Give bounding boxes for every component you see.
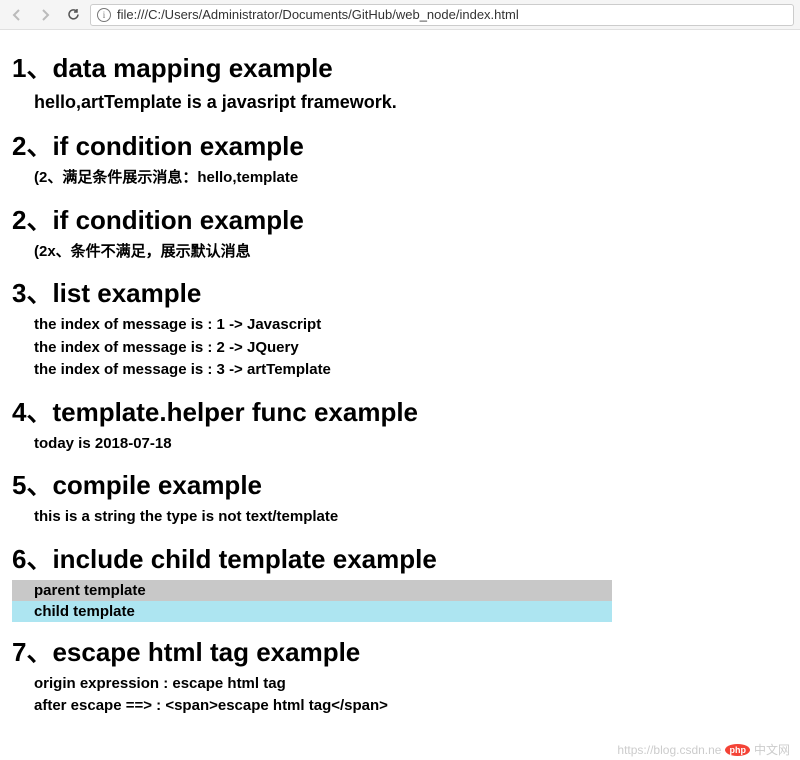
url-text: file:///C:/Users/Administrator/Documents… (117, 7, 519, 22)
watermark: https://blog.csdn.ne php 中文网 (617, 741, 790, 758)
child-template-row: child template (12, 601, 612, 622)
body-7-line2: after escape ==> : <span>escape html tag… (34, 695, 788, 718)
heading-1: 1、data mapping example (12, 48, 788, 85)
heading-7: 7、escape html tag example (12, 632, 788, 669)
heading-2b: 2、if condition example (12, 200, 788, 237)
watermark-url: https://blog.csdn.ne (617, 743, 721, 757)
back-button[interactable] (6, 4, 28, 26)
parent-template-row: parent template (12, 580, 612, 601)
address-bar[interactable]: i file:///C:/Users/Administrator/Documen… (90, 4, 794, 26)
heading-5: 5、compile example (12, 465, 788, 502)
info-icon: i (97, 8, 111, 22)
body-5: this is a string the type is not text/te… (34, 506, 788, 529)
heading-4: 4、template.helper func example (12, 392, 788, 429)
php-badge-icon: php (725, 744, 750, 756)
list-item: the index of message is : 2 -> JQuery (34, 337, 788, 360)
page-content: 1、data mapping example hello,artTemplate… (0, 30, 800, 726)
list-item: the index of message is : 1 -> Javascrip… (34, 314, 788, 337)
list-item: the index of message is : 3 -> artTempla… (34, 359, 788, 382)
body-4: today is 2018-07-18 (34, 433, 788, 456)
body-1: hello,artTemplate is a javasript framewo… (34, 89, 788, 116)
forward-button[interactable] (34, 4, 56, 26)
heading-2a: 2、if condition example (12, 126, 788, 163)
reload-button[interactable] (62, 4, 84, 26)
browser-toolbar: i file:///C:/Users/Administrator/Documen… (0, 0, 800, 30)
heading-6: 6、include child template example (12, 539, 788, 576)
watermark-text: 中文网 (754, 741, 790, 758)
body-7-line1: origin expression : escape html tag (34, 673, 788, 696)
body-2a: (2、满足条件展示消息：hello,template (34, 167, 788, 190)
heading-3: 3、list example (12, 273, 788, 310)
body-2b: (2x、条件不满足，展示默认消息 (34, 241, 788, 264)
